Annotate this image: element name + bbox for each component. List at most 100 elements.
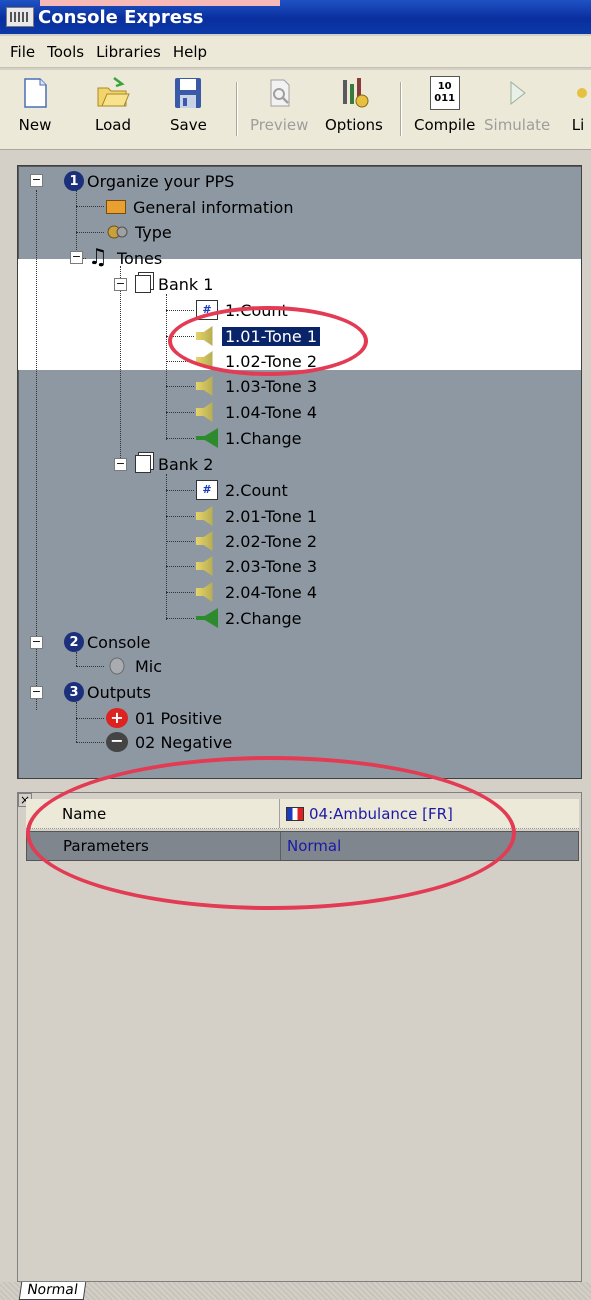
tree-node-mic[interactable]: Mic xyxy=(106,654,165,678)
tree-node-type[interactable]: Type xyxy=(106,220,175,244)
tree-node-bank-2[interactable]: Bank 2 xyxy=(132,452,216,476)
collapse-bank2-toggle[interactable]: − xyxy=(114,458,127,471)
tree-line xyxy=(76,652,77,666)
open-folder-icon xyxy=(96,76,130,110)
tree-node-02-negative[interactable]: − 02 Negative xyxy=(106,730,235,754)
music-note-icon: ♫ xyxy=(88,245,108,270)
collapse-console-toggle[interactable]: − xyxy=(30,636,43,649)
tree-line xyxy=(166,386,194,387)
simulate-button[interactable]: Simulate xyxy=(484,76,550,142)
tree-node-2-change[interactable]: 2.Change xyxy=(196,606,305,630)
menu-tools[interactable]: Tools xyxy=(41,43,90,61)
tree-line xyxy=(166,310,194,311)
property-row-parameters[interactable]: Parameters Normal xyxy=(26,831,579,861)
property-key: Name xyxy=(26,799,280,828)
new-file-icon xyxy=(18,76,52,110)
tree-node-label: 02 Negative xyxy=(135,732,233,752)
french-flag-icon xyxy=(286,806,304,821)
tree-node-console[interactable]: 2 Console xyxy=(64,630,154,654)
tree-node-1-03-tone-3[interactable]: 1.03-Tone 3 xyxy=(196,374,320,398)
tree-node-2-04-tone-4[interactable]: 2.04-Tone 4 xyxy=(196,580,320,604)
tab-normal[interactable]: Normal xyxy=(18,1282,86,1300)
tree-node-2-count[interactable]: # 2.Count xyxy=(196,478,291,502)
property-value[interactable]: 04:Ambulance [FR] xyxy=(280,799,579,828)
tree-node-label: General information xyxy=(133,197,294,217)
property-value-text: 04:Ambulance [FR] xyxy=(309,804,453,823)
floppy-disk-icon xyxy=(171,76,205,110)
tree-node-organize[interactable]: 1 Organize your PPS xyxy=(64,169,237,193)
compile-button[interactable]: 10 011 Compile xyxy=(414,76,475,142)
step-three-icon: 3 xyxy=(64,682,84,702)
tree-node-1-count[interactable]: # 1.Count xyxy=(196,298,291,322)
step-two-icon: 2 xyxy=(64,632,84,652)
speaker-icon xyxy=(196,556,213,576)
load-button[interactable]: Load xyxy=(95,76,131,142)
horn-change-icon xyxy=(196,428,218,448)
menu-file[interactable]: File xyxy=(4,43,41,61)
tree-node-outputs[interactable]: 3 Outputs xyxy=(64,680,154,704)
tree-node-label: Mic xyxy=(135,656,163,676)
step-one-icon: 1 xyxy=(64,171,84,191)
speaker-icon xyxy=(196,506,213,526)
tree-line xyxy=(76,666,104,667)
property-key: Parameters xyxy=(27,832,281,860)
tree-node-2-03-tone-3[interactable]: 2.03-Tone 3 xyxy=(196,554,320,578)
collapse-bank1-toggle[interactable]: − xyxy=(114,278,127,291)
tree-node-label: 1.03-Tone 3 xyxy=(225,376,318,396)
options-tools-icon xyxy=(337,76,371,110)
options-button[interactable]: Options xyxy=(325,76,383,142)
tree-line xyxy=(166,592,194,593)
tree-node-label: 1.Change xyxy=(225,428,302,448)
toolbar: New Load Save Preview Options 10 011 Com… xyxy=(0,70,591,150)
collapse-outputs-toggle[interactable]: − xyxy=(30,686,43,699)
tree-node-1-01-tone-1[interactable]: 1.01-Tone 1 xyxy=(196,324,322,348)
tree-line xyxy=(76,702,77,742)
count-hash-icon: # xyxy=(196,480,218,500)
speaker-icon xyxy=(196,531,213,551)
options-label: Options xyxy=(325,116,383,134)
tree-node-label: Outputs xyxy=(87,682,151,702)
property-value[interactable]: Normal xyxy=(281,832,578,860)
save-button[interactable]: Save xyxy=(170,76,207,142)
collapse-organize-toggle[interactable]: − xyxy=(30,174,43,187)
tree-line xyxy=(166,294,167,440)
tree-node-bank-1[interactable]: Bank 1 xyxy=(132,272,216,296)
property-row-name[interactable]: Name 04:Ambulance [FR] xyxy=(26,799,579,829)
collapse-tones-toggle[interactable]: − xyxy=(70,251,83,264)
play-icon xyxy=(500,76,534,110)
tree-line xyxy=(166,566,194,567)
tree-line xyxy=(120,266,121,466)
tree-node-label: 2.Change xyxy=(225,608,302,628)
tree-node-01-positive[interactable]: + 01 Positive xyxy=(106,706,225,730)
tree-node-1-04-tone-4[interactable]: 1.04-Tone 4 xyxy=(196,400,320,424)
menu-libraries[interactable]: Libraries xyxy=(90,43,167,61)
preview-button[interactable]: Preview xyxy=(250,76,308,142)
tree-line xyxy=(166,474,167,620)
window-title: Console Express xyxy=(38,6,204,28)
tree-node-label: Tones xyxy=(117,248,163,268)
tree-line xyxy=(76,206,104,207)
menu-help[interactable]: Help xyxy=(167,43,213,61)
tree-node-label: 01 Positive xyxy=(135,708,223,728)
tree-line xyxy=(166,336,194,337)
tree-node-tones[interactable]: ♫ Tones xyxy=(88,246,165,270)
new-label: New xyxy=(18,116,52,134)
tree-line xyxy=(76,742,104,743)
speaker-icon xyxy=(196,326,213,346)
tree-node-1-02-tone-2[interactable]: 1.02-Tone 2 xyxy=(196,349,320,373)
tree-node-2-02-tone-2[interactable]: 2.02-Tone 2 xyxy=(196,529,320,553)
list-button[interactable]: Li xyxy=(568,76,588,142)
project-tree[interactable]: − − − − − − 1 Organize your PPS General … xyxy=(17,165,582,779)
app-window: Console Express File Tools Libraries Hel… xyxy=(0,0,591,1300)
new-button[interactable]: New xyxy=(18,76,52,142)
simulate-label: Simulate xyxy=(484,116,551,134)
tree-node-1-change[interactable]: 1.Change xyxy=(196,426,305,450)
tree-node-general-information[interactable]: General information xyxy=(106,195,296,219)
tree-line xyxy=(166,438,194,439)
tree-node-2-01-tone-1[interactable]: 2.01-Tone 1 xyxy=(196,504,320,528)
tree-node-label-selected: 1.01-Tone 1 xyxy=(220,325,322,347)
tree-line xyxy=(166,541,194,542)
plus-circle-icon: + xyxy=(106,708,128,728)
tree-node-label: 2.04-Tone 4 xyxy=(225,582,318,602)
tree-line xyxy=(76,718,104,719)
